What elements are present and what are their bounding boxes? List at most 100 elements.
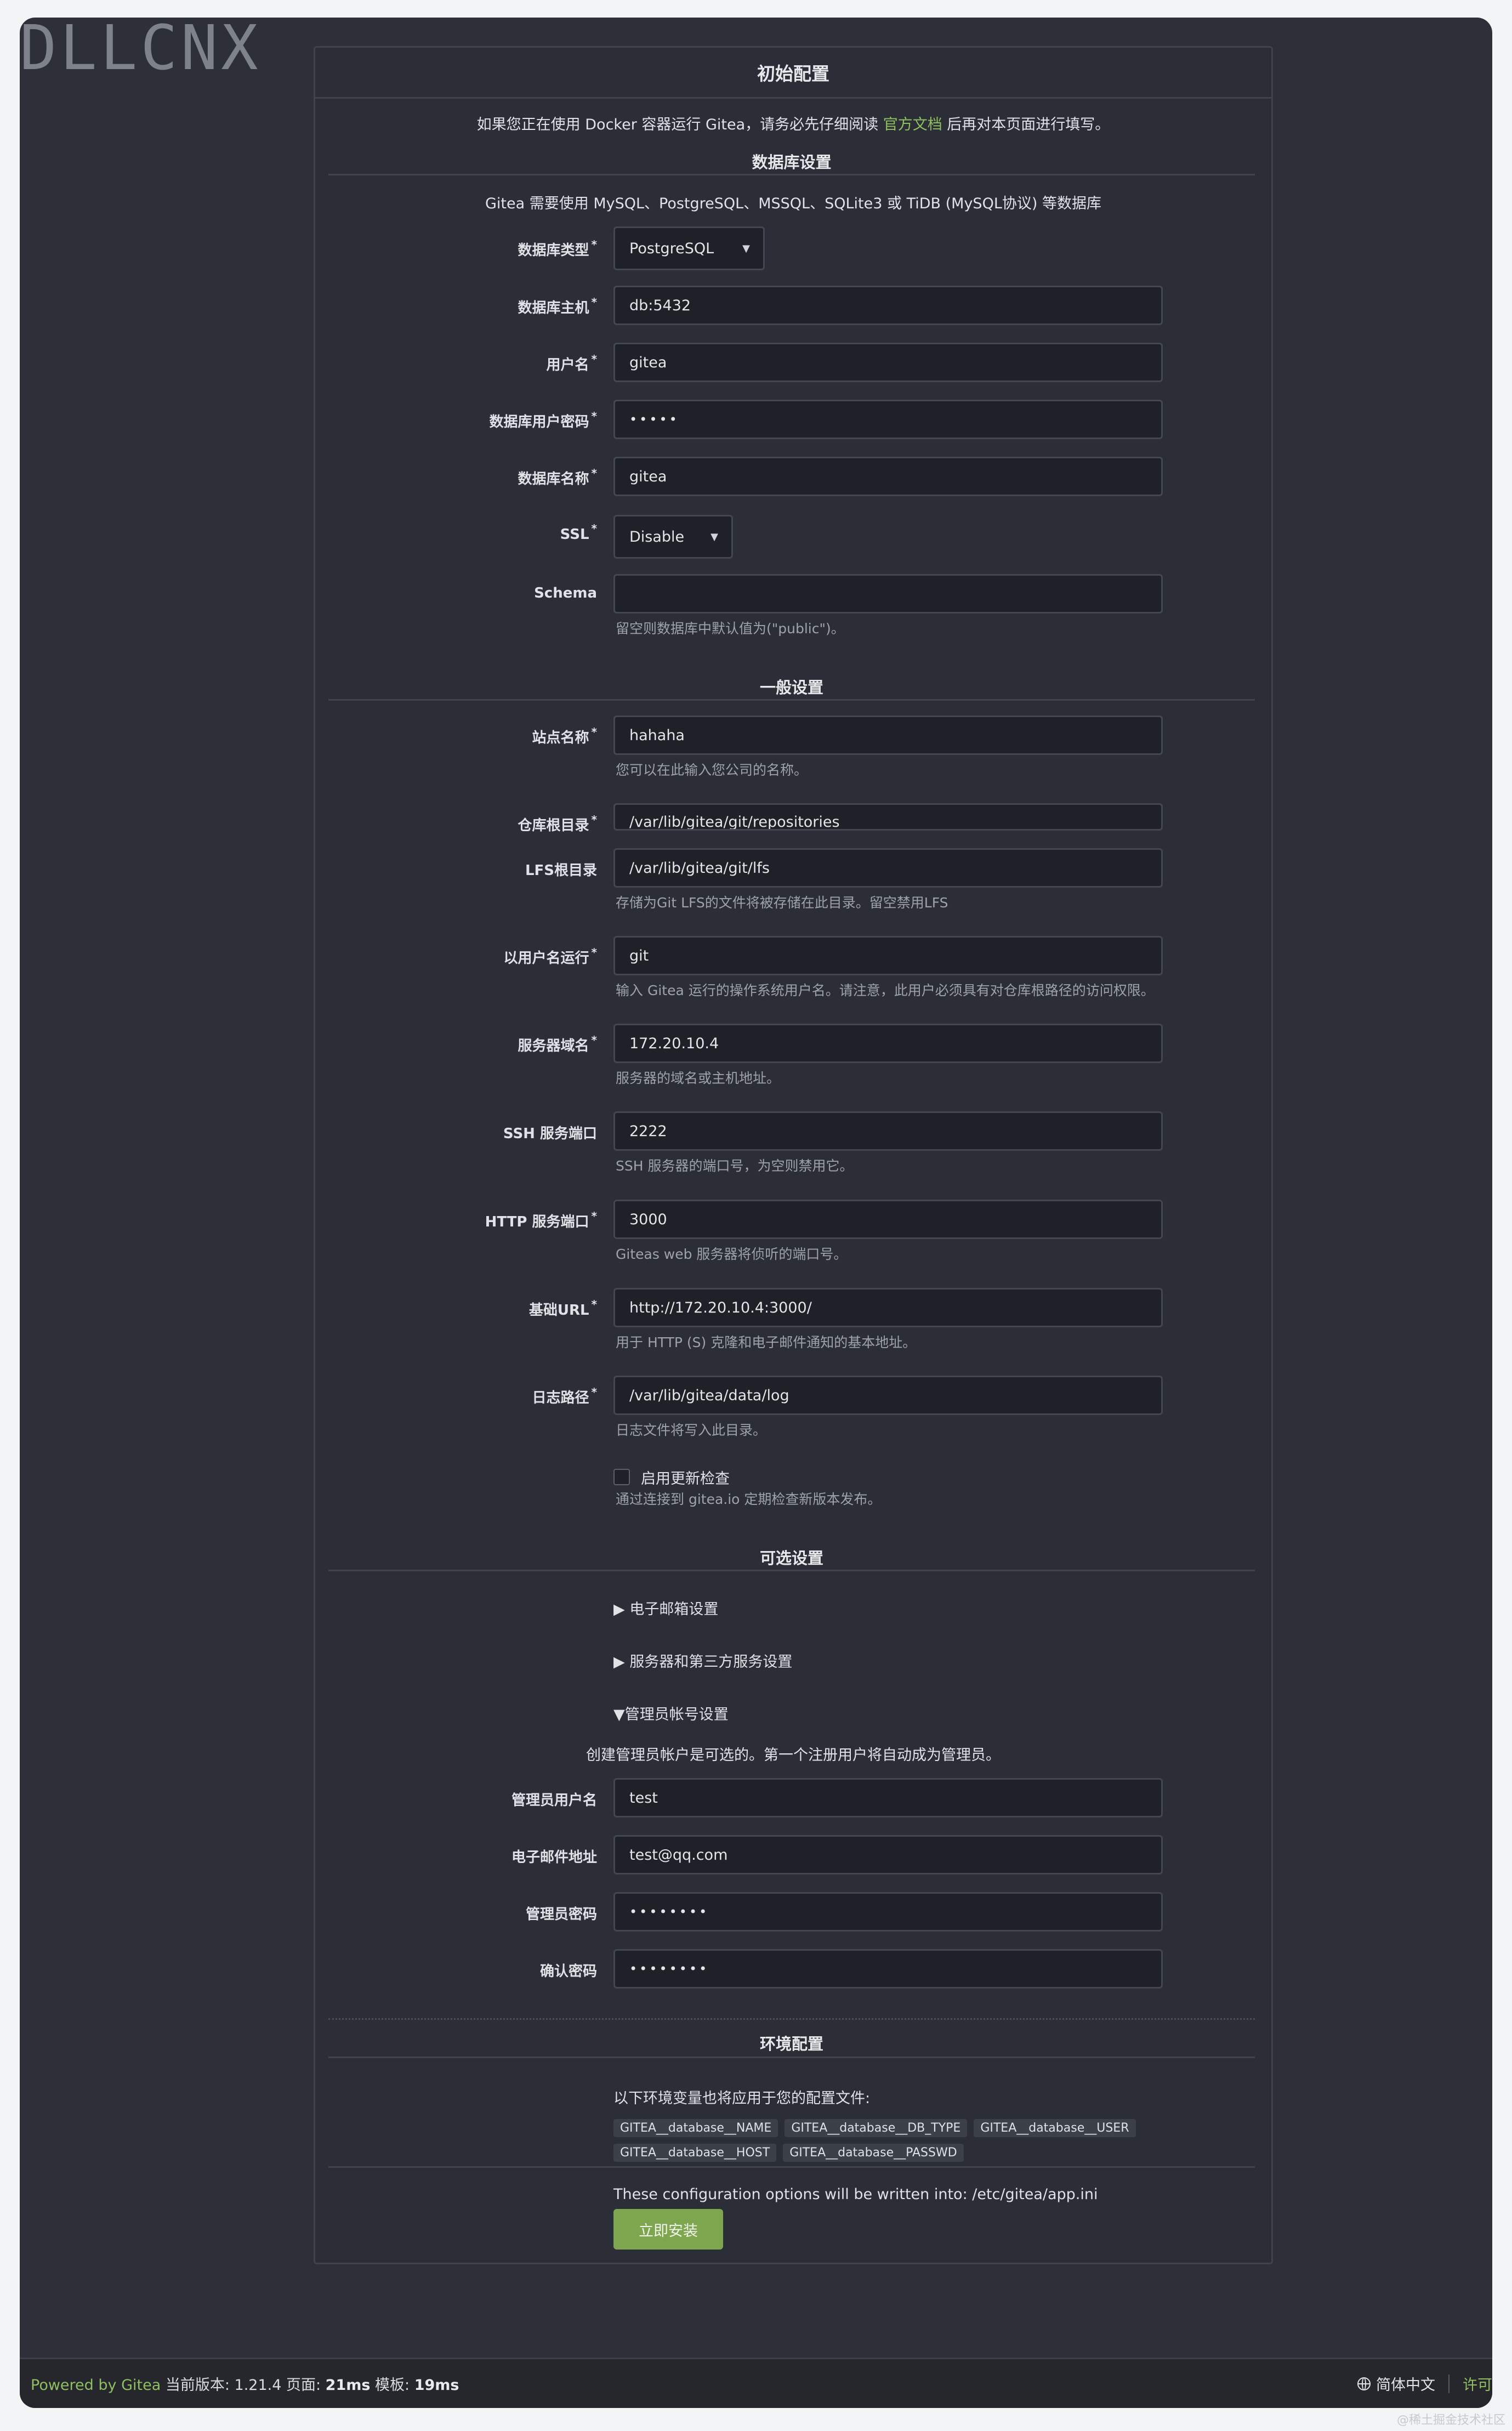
template-time-value: 19ms (414, 2377, 459, 2394)
ssl-label: SSL * (560, 522, 597, 543)
schema-help: 留空则数据库中默认值为("public")。 (616, 621, 845, 637)
base-url-help: 用于 HTTP (S) 克隆和电子邮件通知的基本地址。 (616, 1334, 917, 1350)
admin-email-label: 电子邮件地址 (511, 1849, 597, 1866)
ssh-port-input[interactable]: 2222 (613, 1111, 1163, 1151)
schema-label: Schema (534, 585, 597, 601)
admin-settings-toggle[interactable]: ▼管理员帐号设置 (613, 1702, 729, 1724)
schema-input[interactable] (613, 574, 1163, 614)
env-tag: GITEA__database__DB_TYPE (785, 2119, 968, 2137)
page-time-label: 页面: (281, 2377, 326, 2394)
run-user-help: 输入 Gitea 运行的操作系统用户名。请注意，此用户必须具有对仓库根路径的访问… (616, 982, 1155, 998)
env-section-title: 环境配置 (759, 2035, 823, 2053)
version-value: 1.21.4 (234, 2377, 282, 2394)
docs-link[interactable]: 官方文档 (883, 116, 942, 133)
env-tag: GITEA__database__USER (974, 2119, 1136, 2137)
db-user-label: 用户名 * (546, 353, 597, 373)
log-path-label: 日志路径 * (532, 1385, 597, 1406)
site-name-help: 您可以在此输入您公司的名称。 (616, 762, 808, 778)
section-divider (328, 2018, 1255, 2020)
db-host-label: 数据库主机 * (518, 296, 597, 316)
ssh-port-help: SSH 服务器的端口号，为空则禁用它。 (616, 1158, 854, 1174)
update-check-checkbox[interactable] (613, 1469, 630, 1485)
db-host-input[interactable]: db:5432 (613, 286, 1163, 325)
docker-notice: 如果您正在使用 Docker 容器运行 Gitea，请务必先仔细阅读 官方文档 … (315, 112, 1271, 134)
page-time-value: 21ms (325, 2377, 371, 2394)
lfs-root-input[interactable]: /var/lib/gitea/git/lfs (613, 848, 1163, 888)
env-tag: GITEA__database__HOST (613, 2144, 777, 2162)
site-name-input[interactable]: hahaha (613, 715, 1163, 755)
db-type-select[interactable]: PostgreSQL ▼ (613, 226, 765, 270)
page-title: 初始配置 (315, 48, 1271, 99)
section-divider (328, 174, 1255, 175)
section-divider (328, 1570, 1255, 1571)
env-tag-list: GITEA__database__NAME GITEA__database__D… (613, 2119, 1217, 2162)
http-port-label: HTTP 服务端口 * (485, 1209, 597, 1230)
watermark-text: DLLCNX (20, 18, 262, 84)
ssl-value: Disable (629, 528, 685, 546)
admin-confirm-label: 确认密码 (539, 1963, 597, 1980)
docker-notice-tail: 后再对本页面进行填写。 (942, 116, 1110, 133)
email-settings-toggle[interactable]: ▶ 电子邮箱设置 (613, 1597, 718, 1618)
admin-password-input[interactable]: •••••••• (613, 1892, 1163, 1932)
repo-root-label: 仓库根目录 * (518, 813, 597, 834)
section-divider (328, 699, 1255, 701)
config-file-note: These configuration options will be writ… (613, 2186, 1098, 2203)
chevron-down-icon: ▼ (710, 531, 718, 543)
lfs-root-label: LFS根目录 (525, 862, 597, 879)
lfs-root-help: 存储为Git LFS的文件将被存储在此目录。留空禁用LFS (616, 895, 948, 911)
install-form-panel: 初始配置 如果您正在使用 Docker 容器运行 Gitea，请务必先仔细阅读 … (314, 46, 1273, 2264)
ssl-select[interactable]: Disable ▼ (613, 515, 733, 559)
env-tag: GITEA__database__PASSWD (783, 2144, 964, 2162)
install-button[interactable]: 立即安装 (613, 2209, 723, 2250)
powered-by-link[interactable]: Powered by Gitea (31, 2377, 161, 2394)
repo-root-input[interactable]: /var/lib/gitea/git/repositories (613, 803, 1163, 831)
log-path-help: 日志文件将写入此目录。 (616, 1422, 767, 1438)
section-divider (328, 2166, 1255, 2168)
footer-divider (1448, 2374, 1450, 2393)
run-user-input[interactable]: git (613, 936, 1163, 975)
license-link[interactable]: 许可 (1463, 2373, 1492, 2394)
db-password-label: 数据库用户密码 * (489, 410, 597, 430)
db-password-input[interactable]: ••••• (613, 400, 1163, 439)
admin-confirm-input[interactable]: •••••••• (613, 1949, 1163, 1989)
env-intro: 以下环境变量也将应用于您的配置文件: (613, 2090, 871, 2107)
db-user-input[interactable]: gitea (613, 343, 1163, 382)
admin-note: 创建管理员帐户是可选的。第一个注册用户将自动成为管理员。 (586, 1747, 1001, 1764)
http-port-input[interactable]: 3000 (613, 1200, 1163, 1239)
chevron-down-icon: ▼ (742, 242, 750, 254)
watermark-footer-text: @稀土掘金技术社区 (1396, 2413, 1505, 2427)
admin-email-input[interactable]: test@qq.com (613, 1835, 1163, 1875)
db-type-label: 数据库类型 * (518, 238, 597, 259)
log-path-input[interactable]: /var/lib/gitea/data/log (613, 1376, 1163, 1415)
template-time-label: 模板: (370, 2377, 414, 2394)
db-name-label: 数据库名称 * (518, 467, 597, 487)
optional-section-title: 可选设置 (759, 1549, 823, 1567)
database-section-title: 数据库设置 (752, 153, 832, 172)
domain-input[interactable]: 172.20.10.4 (613, 1024, 1163, 1063)
general-section-title: 一般设置 (759, 678, 823, 697)
site-name-label: 站点名称 * (532, 725, 597, 746)
admin-username-input[interactable]: test (613, 1778, 1163, 1817)
update-check-help: 通过连接到 gitea.io 定期检查新版本发布。 (616, 1491, 882, 1507)
section-divider (328, 2057, 1255, 2058)
db-type-value: PostgreSQL (629, 240, 714, 257)
language-selector[interactable]: 简体中文 (1376, 2373, 1435, 2394)
base-url-label: 基础URL * (528, 1298, 597, 1319)
version-label: 当前版本: (161, 2377, 235, 2394)
server-settings-toggle[interactable]: ▶ 服务器和第三方服务设置 (613, 1650, 792, 1671)
domain-label: 服务器域名 * (518, 1033, 597, 1054)
db-name-input[interactable]: gitea (613, 457, 1163, 496)
env-tag: GITEA__database__NAME (613, 2119, 778, 2137)
base-url-input[interactable]: http://172.20.10.4:3000/ (613, 1288, 1163, 1327)
database-note: Gitea 需要使用 MySQL、PostgreSQL、MSSQL、SQLite… (485, 195, 1101, 212)
ssh-port-label: SSH 服务端口 (503, 1126, 597, 1142)
docker-notice-text: 如果您正在使用 Docker 容器运行 Gitea，请务必先仔细阅读 (476, 116, 883, 133)
update-check-label[interactable]: 启用更新检查 (641, 1467, 730, 1488)
footer-links: 简体中文 许可 (1357, 2373, 1492, 2394)
domain-help: 服务器的域名或主机地址。 (616, 1070, 781, 1086)
admin-username-label: 管理员用户名 (511, 1792, 597, 1809)
run-user-label: 以用户名运行 * (503, 946, 597, 967)
app-window: DLLCNX 初始配置 如果您正在使用 Docker 容器运行 Gitea，请务… (20, 18, 1492, 2408)
admin-password-label: 管理员密码 (525, 1906, 597, 1923)
http-port-help: Giteas web 服务器将侦听的端口号。 (616, 1246, 848, 1262)
